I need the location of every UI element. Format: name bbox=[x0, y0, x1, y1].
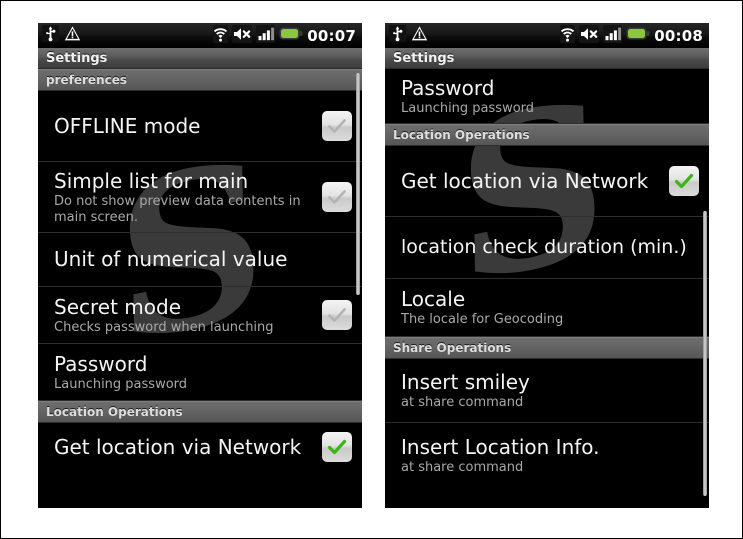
list-item-subtitle: at share command bbox=[401, 459, 524, 475]
list-item-title: Secret mode bbox=[54, 294, 182, 319]
usb-icon bbox=[389, 25, 406, 46]
page-frame: 00:07 Settings S preferences OFFLINE mod… bbox=[0, 0, 743, 539]
list-item-title: location check duration (min.) bbox=[401, 236, 687, 258]
cellular-signal-icon bbox=[603, 24, 623, 47]
checkbox-get-location-via-network[interactable] bbox=[669, 166, 699, 196]
status-bar-left: 00:07 bbox=[38, 23, 362, 48]
list-item[interactable]: Insert Location Info. at share command bbox=[385, 423, 709, 487]
list-item[interactable]: Unit of numerical value bbox=[38, 233, 362, 287]
usb-icon bbox=[42, 25, 59, 46]
section-header-location-operations: Location Operations bbox=[385, 124, 709, 146]
wifi-icon bbox=[213, 24, 229, 47]
section-header-preferences: preferences bbox=[38, 69, 362, 91]
list-item[interactable]: Locale The locale for Geocoding bbox=[385, 279, 709, 337]
list-item[interactable]: Password Launching password bbox=[385, 69, 709, 124]
checkbox-simple-list[interactable] bbox=[322, 182, 352, 212]
warning-icon bbox=[411, 25, 428, 46]
settings-list-left: S preferences OFFLINE mode Simple list f… bbox=[38, 69, 362, 508]
list-item[interactable]: location check duration (min.) bbox=[385, 217, 709, 279]
section-header-label: Location Operations bbox=[46, 405, 183, 419]
list-item[interactable]: Get location via Network bbox=[385, 146, 709, 217]
list-item-subtitle: The locale for Geocoding bbox=[401, 312, 564, 327]
checkbox-secret-mode[interactable] bbox=[322, 300, 352, 330]
section-header-label: preferences bbox=[46, 73, 127, 87]
status-bar-clock: 00:08 bbox=[654, 26, 703, 45]
list-item[interactable]: Get location via Network bbox=[38, 423, 362, 471]
list-item-subtitle: Do not show preview data contents in mai… bbox=[54, 193, 301, 225]
status-bar-clock: 00:07 bbox=[307, 26, 356, 45]
list-item-title: Get location via Network bbox=[401, 168, 649, 193]
list-item-title: OFFLINE mode bbox=[54, 113, 201, 138]
scrollbar-right[interactable] bbox=[703, 211, 707, 496]
warning-icon bbox=[64, 25, 81, 46]
list-item[interactable]: Secret mode Checks password when launchi… bbox=[38, 287, 362, 344]
checkbox-offline-mode[interactable] bbox=[322, 111, 352, 141]
list-item-title: Unit of numerical value bbox=[54, 247, 288, 271]
page-title: Settings bbox=[393, 50, 455, 66]
title-bar-left: Settings bbox=[38, 48, 362, 69]
status-bar-right-icons bbox=[213, 24, 303, 47]
list-item[interactable]: Insert smiley at share command bbox=[385, 359, 709, 423]
checkbox-get-location-via-network[interactable] bbox=[322, 432, 352, 462]
phone-screenshot-left: 00:07 Settings S preferences OFFLINE mod… bbox=[38, 23, 362, 508]
list-item-title: Password bbox=[401, 75, 495, 100]
status-bar-right-icons bbox=[560, 24, 650, 47]
list-item-title: Simple list for main bbox=[54, 168, 249, 193]
list-item-title: Insert smiley bbox=[401, 370, 530, 394]
section-header-label: Location Operations bbox=[393, 128, 530, 142]
status-bar-right: 00:08 bbox=[385, 23, 709, 48]
list-item[interactable]: OFFLINE mode bbox=[38, 91, 362, 162]
status-bar-left-icons bbox=[42, 25, 81, 46]
battery-icon bbox=[626, 26, 650, 45]
list-item-subtitle: Launching password bbox=[54, 376, 188, 392]
volume-mute-icon bbox=[579, 24, 600, 47]
list-item-subtitle: Checks password when launching bbox=[54, 319, 274, 335]
section-header-label: Share Operations bbox=[393, 341, 512, 355]
section-header-location-operations: Location Operations bbox=[38, 401, 362, 423]
volume-mute-icon bbox=[232, 24, 253, 47]
cellular-signal-icon bbox=[256, 24, 276, 47]
scrollbar-left[interactable] bbox=[356, 73, 360, 295]
list-item-subtitle: Launching password bbox=[401, 100, 535, 116]
title-bar-right: Settings bbox=[385, 48, 709, 69]
list-item[interactable]: Simple list for main Do not show preview… bbox=[38, 162, 362, 233]
list-item-title: Insert Location Info. bbox=[401, 434, 600, 459]
list-item-title: Locale bbox=[401, 287, 466, 311]
status-bar-left-icons bbox=[389, 25, 428, 46]
battery-icon bbox=[279, 26, 303, 45]
list-item-title: Get location via Network bbox=[54, 434, 302, 459]
list-item-subtitle: at share command bbox=[401, 395, 524, 410]
page-title: Settings bbox=[46, 50, 108, 66]
list-item[interactable]: Password Launching password bbox=[38, 344, 362, 401]
section-header-share-operations: Share Operations bbox=[385, 337, 709, 359]
settings-list-right: S Password Launching password Location O… bbox=[385, 55, 709, 508]
wifi-icon bbox=[560, 24, 576, 47]
phone-screenshot-right: 00:08 Settings S Password Launching pass… bbox=[385, 23, 709, 508]
list-item-title: Password bbox=[54, 351, 148, 376]
